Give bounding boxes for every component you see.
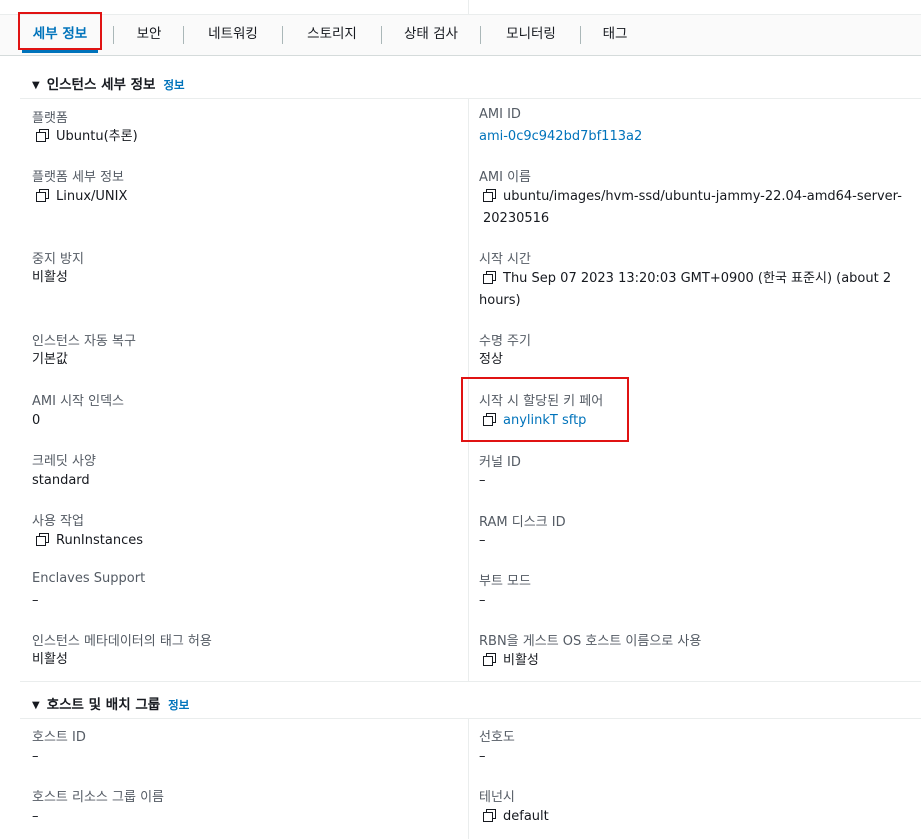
auto-recovery-value: 기본값 bbox=[32, 352, 68, 367]
launch-time-value: Thu Sep 07 2023 13:20:03 GMT+0900 (한국 표준… bbox=[479, 271, 892, 308]
tab-tags[interactable]: 태그 bbox=[588, 15, 642, 55]
tab-bar: 세부 정보 보안 네트워킹 스토리지 상태 검사 모니터링 태그 bbox=[0, 15, 921, 56]
tab-separator bbox=[480, 26, 481, 44]
copy-icon[interactable] bbox=[483, 809, 496, 822]
copy-icon[interactable] bbox=[483, 271, 496, 284]
metadata-tags-value: 비활성 bbox=[32, 652, 68, 667]
section-divider bbox=[20, 718, 921, 719]
tenancy-label: 테넌시 bbox=[479, 790, 515, 805]
copy-icon[interactable] bbox=[483, 653, 496, 666]
ram-disk-id-label: RAM 디스크 ID bbox=[479, 515, 566, 530]
kernel-id-label: 커널 ID bbox=[479, 455, 521, 470]
enclaves-support-label: Enclaves Support bbox=[32, 571, 146, 586]
tab-status-checks[interactable]: 상태 검사 bbox=[388, 15, 474, 55]
column-divider bbox=[468, 719, 469, 839]
boot-mode-label: 부트 모드 bbox=[479, 574, 531, 589]
key-pair-label: 시작 시 할당된 키 페어 bbox=[479, 394, 604, 409]
tab-storage[interactable]: 스토리지 bbox=[290, 15, 374, 55]
copy-icon[interactable] bbox=[36, 533, 49, 546]
host-id-value: – bbox=[32, 749, 39, 764]
tab-separator bbox=[183, 26, 184, 44]
rbn-hostname-value: 비활성 bbox=[483, 650, 539, 672]
ami-launch-index-value: 0 bbox=[32, 413, 41, 428]
copy-icon[interactable] bbox=[36, 189, 49, 202]
tab-separator bbox=[113, 26, 114, 44]
platform-details-value: Linux/UNIX bbox=[36, 186, 127, 208]
tab-separator bbox=[381, 26, 382, 44]
copy-icon[interactable] bbox=[483, 413, 496, 426]
tab-security[interactable]: 보안 bbox=[120, 15, 178, 55]
enclaves-support-value: – bbox=[32, 593, 39, 608]
tab-separator bbox=[580, 26, 581, 44]
kernel-id-value: – bbox=[479, 473, 486, 488]
host-id-label: 호스트 ID bbox=[32, 730, 86, 745]
affinity-label: 선호도 bbox=[479, 730, 515, 745]
metadata-tags-label: 인스턴스 메타데이터의 태그 허용 bbox=[32, 634, 212, 649]
platform-details-label: 플랫폼 세부 정보 bbox=[32, 170, 124, 185]
caret-down-icon: ▼ bbox=[32, 700, 40, 711]
section-title: 인스턴스 세부 정보 bbox=[46, 77, 156, 93]
tab-details[interactable]: 세부 정보 bbox=[22, 15, 98, 55]
ami-name-value: ubuntu/images/hvm-ssd/ubuntu-jammy-22.04… bbox=[483, 189, 902, 226]
info-link[interactable]: 정보 bbox=[168, 698, 189, 712]
copy-icon[interactable] bbox=[36, 129, 49, 142]
usage-operation-label: 사용 작업 bbox=[32, 514, 84, 529]
platform-label: 플랫폼 bbox=[32, 111, 68, 126]
launch-time-label: 시작 시간 bbox=[479, 252, 531, 267]
tab-networking[interactable]: 네트워킹 bbox=[190, 15, 276, 55]
top-border bbox=[0, 0, 921, 15]
tab-separator bbox=[282, 26, 283, 44]
host-resource-group-label: 호스트 리소스 그룹 이름 bbox=[32, 790, 164, 805]
tenancy-value: default bbox=[483, 806, 549, 828]
boot-mode-value: – bbox=[479, 593, 486, 608]
key-pair-value[interactable]: anylinkT sftp bbox=[483, 410, 586, 432]
info-link[interactable]: 정보 bbox=[163, 78, 184, 92]
section-divider bbox=[20, 681, 921, 682]
lifecycle-value: 정상 bbox=[479, 352, 503, 367]
ami-id-value[interactable]: ami-0c9c942bd7bf113a2 bbox=[479, 126, 642, 148]
host-placement-header[interactable]: ▼ 호스트 및 배치 그룹 정보 bbox=[32, 693, 189, 713]
host-resource-group-value: – bbox=[32, 809, 39, 824]
section-divider bbox=[20, 98, 921, 99]
platform-value: Ubuntu(추론) bbox=[36, 126, 138, 148]
tab-monitoring[interactable]: 모니터링 bbox=[488, 15, 574, 55]
lifecycle-label: 수명 주기 bbox=[479, 334, 531, 349]
column-divider bbox=[468, 99, 469, 681]
top-divider bbox=[468, 0, 469, 14]
section-title: 호스트 및 배치 그룹 bbox=[46, 697, 161, 713]
ami-launch-index-label: AMI 시작 인덱스 bbox=[32, 394, 125, 409]
copy-icon[interactable] bbox=[483, 189, 496, 202]
usage-operation-value: RunInstances bbox=[36, 530, 143, 552]
affinity-value: – bbox=[479, 749, 486, 764]
stop-protection-label: 중지 방지 bbox=[32, 252, 84, 267]
rbn-hostname-label: RBN을 게스트 OS 호스트 이름으로 사용 bbox=[479, 634, 702, 649]
ami-id-label: AMI ID bbox=[479, 107, 521, 122]
stop-protection-value: 비활성 bbox=[32, 270, 68, 285]
instance-details-header[interactable]: ▼ 인스턴스 세부 정보 정보 bbox=[32, 73, 185, 93]
ami-name-label: AMI 이름 bbox=[479, 170, 531, 185]
credit-spec-label: 크레딧 사양 bbox=[32, 454, 96, 469]
auto-recovery-label: 인스턴스 자동 복구 bbox=[32, 334, 136, 349]
credit-spec-value: standard bbox=[32, 473, 90, 488]
ram-disk-id-value: – bbox=[479, 533, 486, 548]
caret-down-icon: ▼ bbox=[32, 80, 40, 91]
